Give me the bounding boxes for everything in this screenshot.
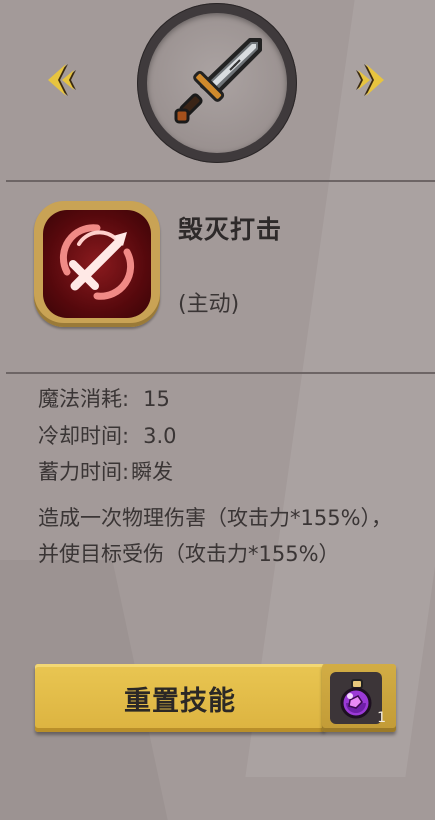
stat-cooldown: 冷却时间: 3.0: [38, 420, 176, 450]
stat-mana-cost: 魔法消耗: 15: [38, 383, 170, 413]
stat-label: 魔法消耗:: [38, 387, 130, 411]
reset-skill-label: 重置技能: [124, 685, 236, 717]
stat-value: 瞬发: [131, 460, 174, 484]
skill-icon-frame: [34, 201, 160, 327]
purple-potion-icon: [330, 672, 382, 724]
stat-value: 15: [143, 387, 170, 411]
chevron-left-icon: [38, 58, 82, 106]
weapon-portrait: [137, 3, 297, 163]
stat-label: 蓄力时间:: [38, 460, 130, 484]
cost-count: 1: [377, 710, 386, 726]
reset-cost: 1: [322, 664, 396, 732]
previous-weapon-button[interactable]: [38, 60, 82, 104]
stat-value: 3.0: [143, 424, 177, 448]
divider: [6, 372, 435, 374]
skill-description: 造成一次物理伤害（攻击力*155%），并使目标受伤（攻击力*155%）: [38, 506, 393, 566]
divider: [6, 180, 435, 182]
stat-label: 冷却时间:: [38, 424, 130, 448]
skill-name: 毁灭打击: [178, 215, 283, 244]
sword-icon: [162, 26, 272, 140]
reset-skill-button[interactable]: 重置技能: [35, 664, 325, 732]
crossed-swords-strike-icon: [49, 214, 145, 314]
skill-type: (主动): [178, 292, 240, 317]
chevron-right-icon: [350, 58, 394, 106]
next-weapon-button[interactable]: [350, 60, 394, 104]
stat-charge-time: 蓄力时间:瞬发: [38, 456, 173, 486]
